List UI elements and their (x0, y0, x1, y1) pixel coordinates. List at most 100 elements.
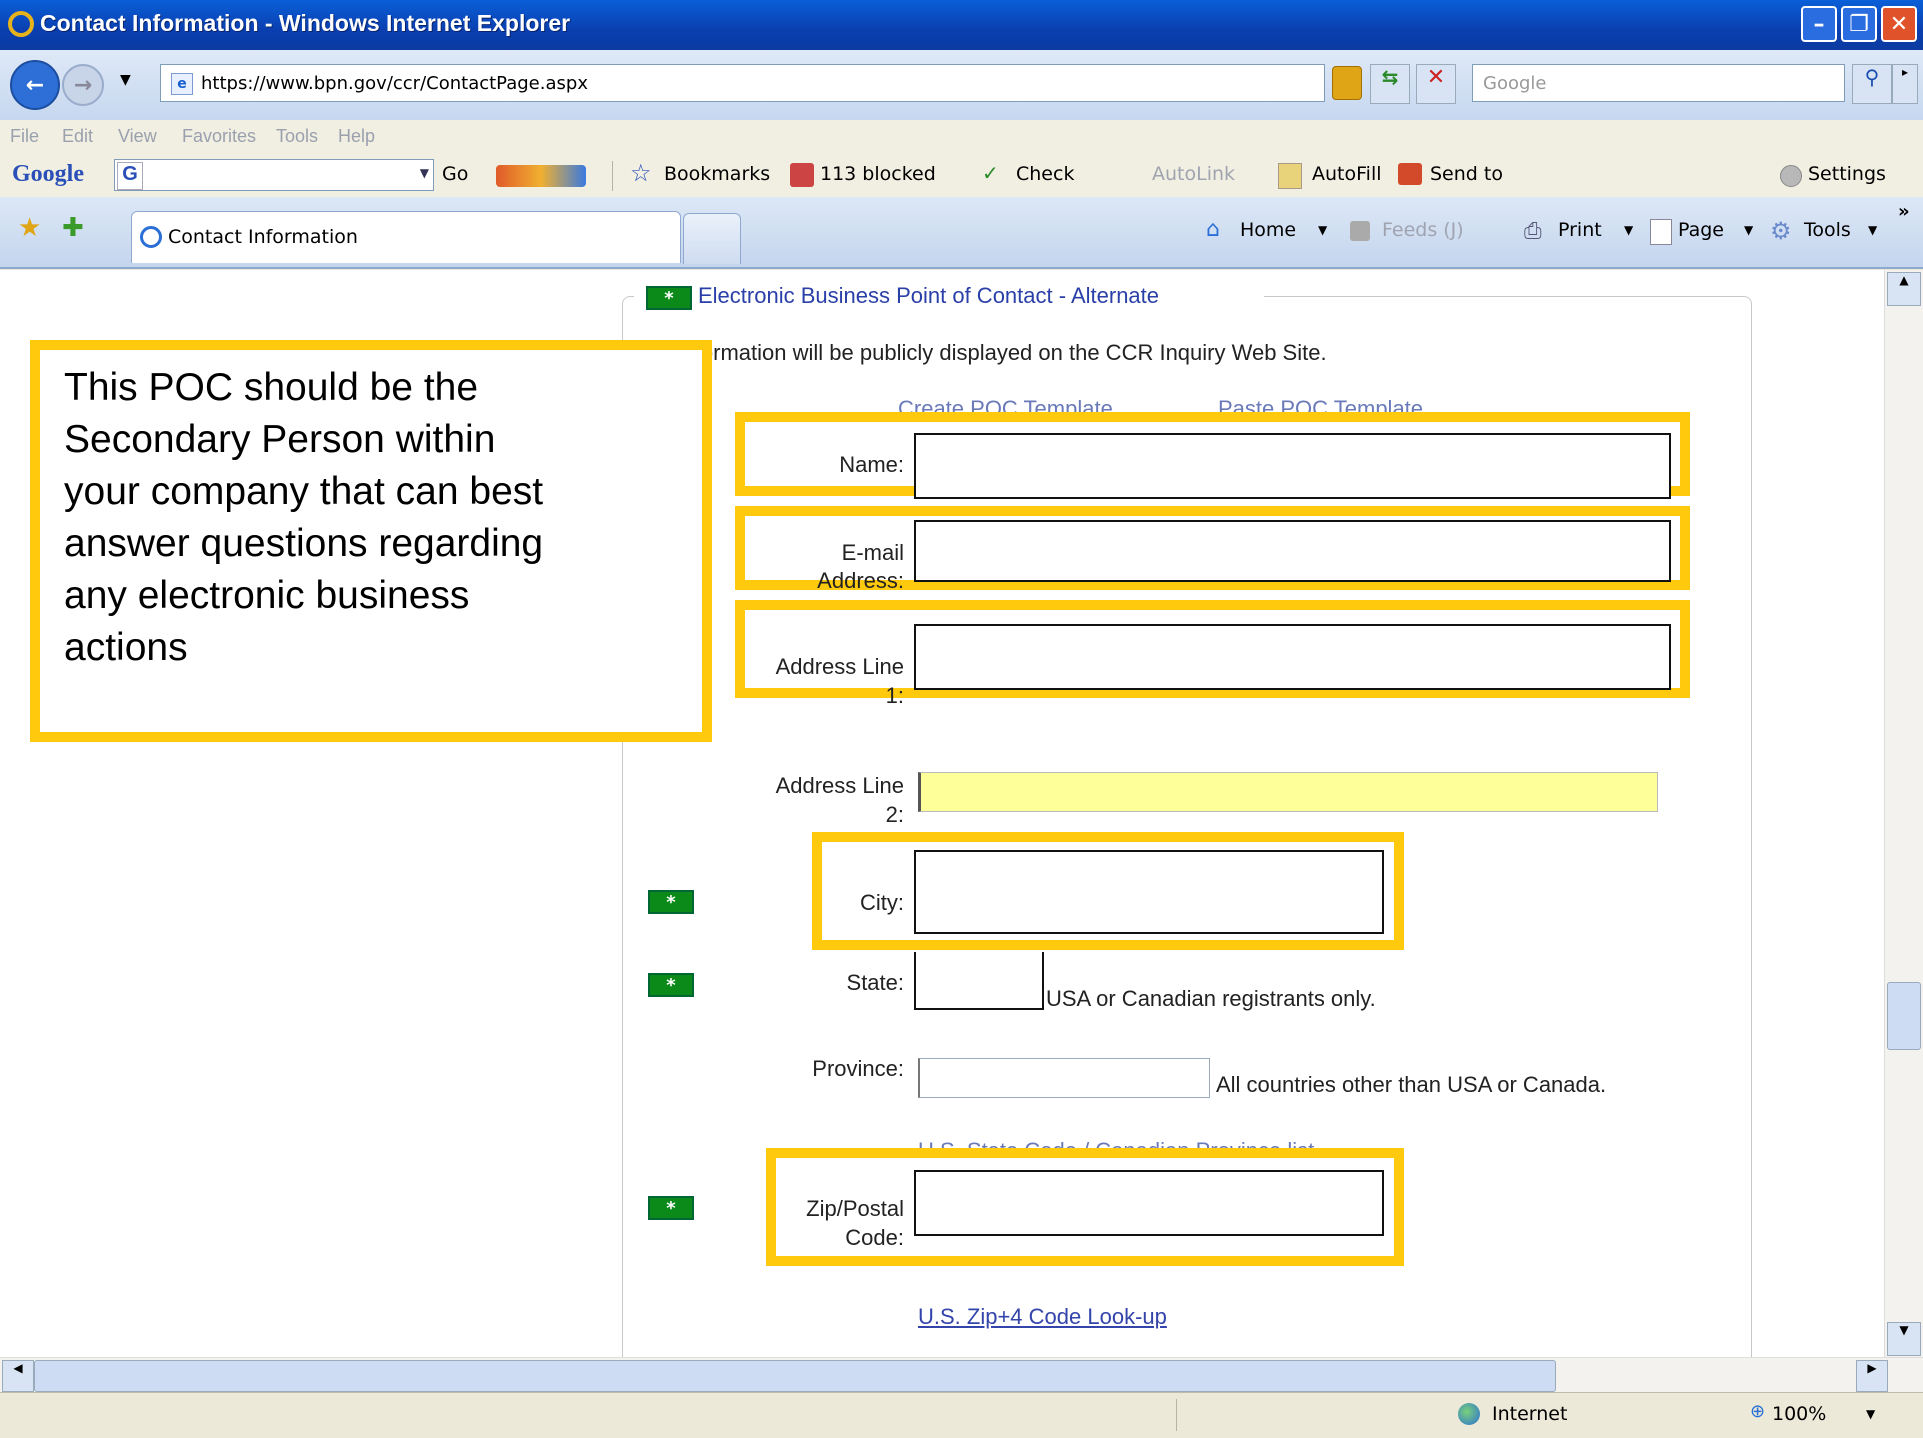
page-dropdown-icon[interactable]: ▼ (1744, 223, 1753, 237)
tools-button[interactable]: Tools (1804, 219, 1851, 241)
close-button[interactable]: ✕ (1881, 6, 1917, 42)
city-input[interactable] (914, 850, 1384, 934)
search-input[interactable]: Google (1472, 64, 1845, 102)
horizontal-scroll-thumb[interactable] (34, 1360, 1556, 1392)
menu-file[interactable]: File (10, 126, 39, 147)
tools-gear-icon: ⚙ (1770, 217, 1792, 245)
print-icon: ⎙ (1524, 219, 1542, 244)
status-bar: Internet ⊕ 100% ▼ (0, 1392, 1923, 1438)
print-dropdown-icon[interactable]: ▼ (1624, 223, 1633, 237)
tab-row: ★ ✚ Contact Information ⌂ Home ▼ Feeds (… (0, 197, 1923, 269)
callout-line: your company that can best (64, 470, 544, 513)
state-label: State: (846, 970, 904, 995)
email-input[interactable] (914, 520, 1671, 582)
zip-label-line1: Zip/Postal (806, 1196, 904, 1221)
tab-contact-information[interactable]: Contact Information (131, 211, 681, 263)
favorites-star-icon[interactable]: ★ (18, 213, 41, 243)
new-tab-button[interactable] (683, 213, 741, 264)
zip-lookup-link[interactable]: U.S. Zip+4 Code Look-up (918, 1304, 1167, 1330)
home-button[interactable]: Home (1240, 219, 1296, 241)
toolbar-overflow-icon[interactable]: » (1898, 201, 1910, 222)
toolbar-icons[interactable] (496, 165, 586, 187)
zoom-icon: ⊕ (1750, 1401, 1766, 1422)
zoom-dropdown-icon[interactable]: ▼ (1866, 1407, 1875, 1421)
callout-line: This POC should be the (64, 366, 479, 409)
menu-favorites[interactable]: Favorites (182, 126, 256, 147)
google-dropdown-icon[interactable]: ▼ (420, 166, 429, 180)
ie-logo-icon (8, 11, 34, 37)
ie-tab-icon (140, 226, 162, 248)
status-separators (1176, 1399, 1417, 1431)
google-toolbar: Google G ▼ Go ☆ Bookmarks 113 blocked ✓ … (0, 155, 1923, 198)
horizontal-scrollbar[interactable]: ◀ ▶ (0, 1357, 1923, 1393)
address1-label-line1: Address Line (775, 654, 904, 679)
scroll-up-button[interactable]: ▲ (1887, 272, 1921, 306)
menu-help[interactable]: Help (338, 126, 375, 147)
address-field[interactable]: e https://www.bpn.gov/ccr/ContactPage.as… (160, 64, 1454, 102)
state-input[interactable] (914, 952, 1044, 1010)
google-search-input[interactable]: G ▼ (114, 159, 434, 191)
print-button[interactable]: Print (1558, 219, 1602, 241)
state-required-star-icon: * (648, 973, 694, 997)
lock-icon[interactable] (1332, 66, 1362, 100)
autofill-button[interactable]: AutoFill (1312, 163, 1382, 185)
callout-line: any electronic business (64, 574, 470, 617)
window-title: Contact Information - Windows Internet E… (40, 10, 571, 36)
forward-button[interactable]: → (62, 64, 104, 106)
address2-input[interactable] (918, 772, 1658, 812)
scroll-down-button[interactable]: ▼ (1887, 1322, 1921, 1356)
history-dropdown-icon[interactable]: ▼ (120, 72, 131, 88)
address2-label-line1: Address Line (775, 773, 904, 798)
add-favorite-icon[interactable]: ✚ (62, 213, 84, 243)
callout-line: Secondary Person within (64, 418, 496, 461)
page-button[interactable]: Page (1678, 219, 1724, 241)
autofill-icon (1278, 163, 1302, 189)
feeds-icon (1350, 221, 1370, 241)
tab-label: Contact Information (168, 226, 358, 248)
refresh-icon[interactable]: ⇆ (1370, 64, 1410, 104)
bookmarks-button[interactable]: Bookmarks (664, 163, 770, 185)
zoom-level[interactable]: 100% (1772, 1403, 1826, 1425)
city-label: City: (860, 890, 904, 915)
feeds-button[interactable]: Feeds (J) (1382, 219, 1464, 241)
zip-label-line2: Code: (845, 1225, 904, 1250)
scroll-thumb[interactable] (1887, 982, 1921, 1050)
scroll-left-button[interactable]: ◀ (2, 1360, 34, 1392)
home-dropdown-icon[interactable]: ▼ (1318, 223, 1327, 237)
search-button[interactable]: ⚲ (1852, 64, 1892, 104)
send-to-icon (1398, 163, 1422, 185)
page-menu-icon (1650, 219, 1672, 245)
maximize-button[interactable]: ❐ (1841, 6, 1877, 42)
search-placeholder: Google (1483, 73, 1547, 94)
vertical-scrollbar[interactable]: ▲ ▼ (1884, 270, 1923, 1357)
settings-icon (1780, 165, 1802, 187)
fieldset-legend: Electronic Business Point of Contact - A… (698, 283, 1160, 308)
autolink-button[interactable]: AutoLink (1152, 163, 1235, 185)
blocked-count[interactable]: 113 blocked (820, 163, 936, 185)
province-note: All countries other than USA or Canada. (1216, 1072, 1607, 1097)
page-content: * Electronic Business Point of Contact -… (0, 270, 1884, 1357)
bookmarks-star-icon: ☆ (630, 159, 652, 187)
menu-view[interactable]: View (118, 126, 157, 147)
send-to-button[interactable]: Send to (1430, 163, 1503, 185)
security-zone: Internet (1492, 1403, 1568, 1425)
minimize-button[interactable]: – (1801, 6, 1837, 42)
province-label: Province: (812, 1056, 904, 1081)
menu-edit[interactable]: Edit (62, 126, 93, 147)
google-g-icon: G (117, 162, 143, 190)
tools-dropdown-icon[interactable]: ▼ (1868, 223, 1877, 237)
menu-tools[interactable]: Tools (276, 126, 318, 147)
url-text: https://www.bpn.gov/ccr/ContactPage.aspx (201, 73, 588, 94)
search-options-icon[interactable]: ▸ (1892, 64, 1918, 104)
state-note: USA or Canadian registrants only. (1046, 986, 1376, 1011)
settings-button[interactable]: Settings (1808, 163, 1886, 185)
province-input[interactable] (918, 1058, 1210, 1098)
back-button[interactable]: ← (10, 60, 60, 110)
name-input[interactable] (914, 433, 1671, 499)
zip-input[interactable] (914, 1170, 1384, 1236)
stop-icon[interactable]: ✕ (1416, 64, 1456, 104)
check-button[interactable]: Check (1016, 163, 1074, 185)
address1-input[interactable] (914, 624, 1671, 690)
scroll-right-button[interactable]: ▶ (1856, 1360, 1888, 1392)
go-button[interactable]: Go (442, 163, 468, 185)
